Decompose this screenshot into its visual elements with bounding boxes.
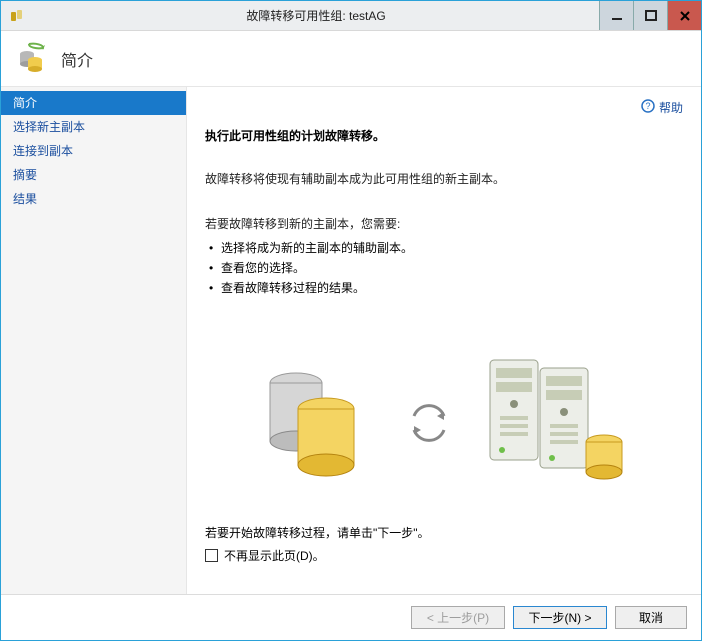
wizard-icon (15, 40, 49, 77)
sidebar-item-select-primary[interactable]: 选择新主副本 (1, 115, 186, 139)
sidebar-item-intro[interactable]: 简介 (1, 91, 186, 115)
list-item: 选择将成为新的主副本的辅助副本。 (205, 238, 683, 258)
page-header: 简介 (1, 31, 701, 87)
previous-button: < 上一步(P) (411, 606, 505, 629)
start-paragraph: 若要开始故障转移过程，请单击"下一步"。 (205, 524, 683, 541)
sync-icon (404, 398, 454, 448)
explain-paragraph: 故障转移将使现有辅助副本成为此可用性组的新主副本。 (205, 170, 683, 187)
need-intro: 若要故障转移到新的主副本，您需要: (205, 215, 683, 232)
next-button[interactable]: 下一步(N) > (513, 606, 607, 629)
cancel-button[interactable]: 取消 (615, 606, 687, 629)
app-icon (1, 1, 33, 30)
page-title: 简介 (61, 47, 93, 71)
list-item: 查看您的选择。 (205, 258, 683, 278)
servers-icon (484, 358, 634, 488)
minimize-button[interactable] (599, 1, 633, 30)
sidebar-item-connect-replica[interactable]: 连接到副本 (1, 139, 186, 163)
svg-text:?: ? (645, 101, 650, 111)
sidebar-item-summary[interactable]: 摘要 (1, 163, 186, 187)
content-pane: ? 帮助 执行此可用性组的计划故障转移。 故障转移将使现有辅助副本成为此可用性组… (187, 87, 701, 594)
titlebar: 故障转移可用性组: testAG (1, 1, 701, 31)
need-list: 选择将成为新的主副本的辅助副本。 查看您的选择。 查看故障转移过程的结果。 (205, 238, 683, 298)
close-button[interactable] (667, 1, 701, 30)
step-sidebar: 简介 选择新主副本 连接到副本 摘要 结果 (1, 87, 187, 594)
list-item: 查看故障转移过程的结果。 (205, 278, 683, 298)
databases-icon (254, 363, 374, 483)
wizard-window: 故障转移可用性组: testAG (0, 0, 702, 641)
window-title: 故障转移可用性组: testAG (33, 1, 599, 30)
dont-show-label: 不再显示此页(D)。 (224, 547, 325, 564)
wizard-body: 简介 选择新主副本 连接到副本 摘要 结果 ? 帮助 执行此可用性组的计划故障转… (1, 87, 701, 594)
wizard-footer: < 上一步(P) 下一步(N) > 取消 (1, 594, 701, 640)
help-link[interactable]: ? 帮助 (205, 97, 683, 117)
dont-show-checkbox[interactable] (205, 549, 218, 562)
help-icon: ? (641, 99, 655, 116)
help-label: 帮助 (659, 99, 683, 116)
dont-show-row: 不再显示此页(D)。 (205, 547, 683, 564)
window-buttons (599, 1, 701, 30)
main-heading: 执行此可用性组的计划故障转移。 (205, 127, 683, 144)
sidebar-item-result[interactable]: 结果 (1, 187, 186, 211)
failover-illustration (205, 358, 683, 488)
maximize-button[interactable] (633, 1, 667, 30)
